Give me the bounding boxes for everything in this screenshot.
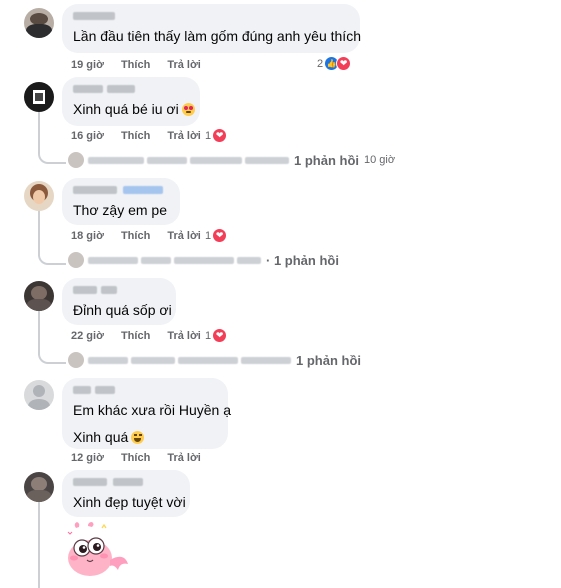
thread-line — [38, 211, 40, 256]
replier-name-blurred — [131, 356, 175, 364]
avatar[interactable] — [24, 380, 54, 410]
reply-link[interactable]: Trả lời — [167, 330, 201, 342]
heart-reaction-icon: ❤ — [212, 128, 228, 143]
replier-name-blurred — [237, 256, 261, 264]
reaction-count: 1 — [205, 229, 212, 242]
replier-name-blurred — [88, 356, 128, 364]
timestamp[interactable]: 12 giờ — [71, 452, 104, 464]
comment-bubble: Em khác xưa rồi Huyền ạ Xinh quá — [62, 378, 231, 449]
avatar[interactable] — [24, 472, 54, 502]
comment-text: Xinh đẹp tuyệt vời — [73, 494, 186, 510]
pink-pig-sticker[interactable] — [62, 520, 134, 582]
avatar[interactable] — [24, 82, 54, 112]
thread-connector — [38, 350, 66, 364]
thread-line — [38, 310, 40, 355]
author-name-blurred[interactable] — [73, 386, 217, 395]
timestamp[interactable]: 22 giờ — [71, 330, 104, 342]
replier-name-blurred — [178, 356, 238, 364]
replier-name-blurred — [174, 256, 234, 264]
reaction-summary[interactable]: 1 ❤ — [205, 128, 228, 143]
author-name-blurred[interactable] — [73, 12, 349, 21]
comment-text: Thơ zậy em pe — [73, 202, 167, 218]
avatar[interactable] — [24, 281, 54, 311]
avatar[interactable] — [24, 8, 54, 38]
like-link[interactable]: Thích — [121, 330, 150, 342]
reply-link[interactable]: Trả lời — [167, 59, 201, 71]
reply-link[interactable]: Trả lời — [167, 452, 201, 464]
heart-reaction-icon: ❤ — [212, 228, 228, 243]
comment-bubble: Xinh đẹp tuyệt vời — [62, 470, 190, 517]
comment-actions: 22 giờ Thích Trả lời — [71, 330, 215, 342]
replier-name-blurred — [190, 156, 242, 164]
comment-text: Lần đầu tiên thấy làm gốm đúng anh yêu t… — [73, 28, 361, 44]
comment-actions: 19 giờ Thích Trả lời — [71, 59, 215, 71]
author-name-blurred[interactable] — [73, 478, 179, 487]
comment-text: Xinh quá bé iu ơi — [73, 100, 195, 118]
comment-bubble: Thơ zậy em pe — [62, 178, 180, 225]
thread-connector — [38, 150, 66, 164]
timestamp[interactable]: 19 giờ — [71, 59, 104, 71]
author-name-blurred[interactable] — [73, 85, 189, 94]
laughing-emoji-icon — [131, 431, 145, 444]
reaction-summary[interactable]: 1 ❤ — [205, 328, 228, 343]
comment-bubble: Xinh quá bé iu ơi — [62, 77, 200, 126]
replier-name-blurred — [245, 156, 289, 164]
heart-reaction-icon: ❤ — [336, 56, 352, 71]
reaction-summary[interactable]: 2 👍 ❤ — [317, 56, 352, 71]
avatar[interactable] — [24, 181, 54, 211]
reply-link[interactable]: Trả lời — [167, 130, 201, 142]
like-link[interactable]: Thích — [121, 230, 150, 242]
comment-actions: 16 giờ Thích Trả lời — [71, 130, 215, 142]
comment-actions: 12 giờ Thích Trả lời — [71, 452, 215, 464]
avatar — [68, 252, 84, 268]
view-replies-row[interactable]: 1 phản hồi — [68, 352, 361, 368]
view-replies-row[interactable]: 1 phản hồi 10 giờ — [68, 152, 395, 168]
reaction-count: 1 — [205, 129, 212, 142]
thread-line — [38, 112, 40, 154]
heart-reaction-icon: ❤ — [212, 328, 228, 343]
heart-eyes-emoji-icon — [181, 103, 195, 116]
replier-name-blurred — [141, 256, 171, 264]
replier-name-blurred — [147, 156, 187, 164]
comment-bubble: Đỉnh quá sốp ơi — [62, 278, 176, 325]
like-link[interactable]: Thích — [121, 452, 150, 464]
like-link[interactable]: Thích — [121, 130, 150, 142]
view-replies-row[interactable]: · 1 phản hồi — [68, 252, 339, 268]
like-link[interactable]: Thích — [121, 59, 150, 71]
replier-name-blurred — [88, 156, 144, 164]
reaction-count: 1 — [205, 329, 212, 342]
thread-connector — [38, 251, 66, 265]
reaction-count: 2 — [317, 57, 324, 70]
comment-bubble: Lần đầu tiên thấy làm gốm đúng anh yêu t… — [62, 4, 361, 53]
comment-text-line-2: Xinh quá — [73, 428, 217, 446]
replier-name-blurred — [241, 356, 291, 364]
reply-link[interactable]: Trả lời — [167, 230, 201, 242]
reply-count-link[interactable]: · 1 phản hồi — [266, 253, 339, 268]
comment-actions: 18 giờ Thích Trả lời — [71, 230, 215, 242]
reaction-summary[interactable]: 1 ❤ — [205, 228, 228, 243]
timestamp[interactable]: 16 giờ — [71, 130, 104, 142]
thread-line — [38, 500, 40, 588]
reply-count-link[interactable]: 1 phản hồi — [296, 353, 361, 368]
author-name-blurred[interactable] — [73, 186, 169, 195]
reply-count-link[interactable]: 1 phản hồi — [294, 153, 359, 168]
reply-timestamp: 10 giờ — [364, 154, 396, 166]
avatar — [68, 152, 84, 168]
comment-text: Em khác xưa rồi Huyền ạ — [73, 402, 231, 418]
replier-name-blurred — [88, 256, 138, 264]
comment-text: Đỉnh quá sốp ơi — [73, 302, 172, 318]
timestamp[interactable]: 18 giờ — [71, 230, 104, 242]
author-name-blurred[interactable] — [73, 286, 165, 295]
avatar — [68, 352, 84, 368]
